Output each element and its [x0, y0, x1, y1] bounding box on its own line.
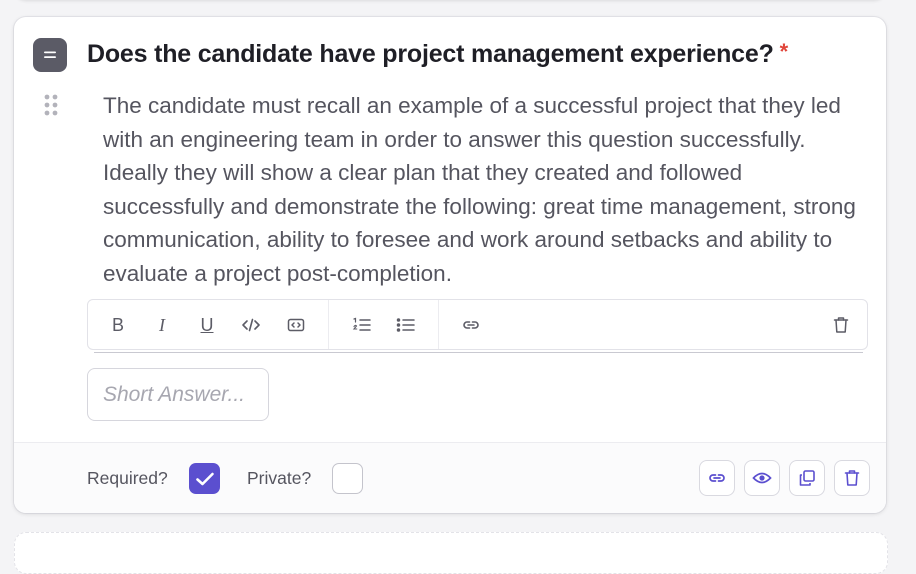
italic-button[interactable]: I — [150, 313, 174, 337]
required-label: Required? — [87, 468, 168, 488]
toolbar-divider — [328, 300, 329, 349]
question-description[interactable]: The candidate must recall an example of … — [103, 89, 863, 290]
question-footer: Required? Private? — [14, 442, 886, 513]
delete-icon — [844, 470, 860, 486]
question-title[interactable]: Does the candidate have project manageme… — [87, 39, 867, 69]
question-title-text: Does the candidate have project manageme… — [87, 40, 774, 68]
required-checkbox[interactable] — [189, 463, 220, 494]
drag-handle-icon[interactable] — [43, 94, 59, 116]
link-icon — [709, 474, 725, 482]
required-marker: * — [779, 39, 789, 64]
short-text-icon — [33, 38, 67, 72]
trash-icon[interactable] — [829, 313, 853, 337]
private-label: Private? — [247, 468, 312, 488]
copy-link-button[interactable] — [699, 460, 735, 496]
code-block-icon[interactable] — [284, 313, 308, 337]
bold-label: B — [111, 314, 124, 335]
italic-label: I — [159, 314, 165, 335]
next-question-card — [14, 532, 888, 574]
bold-button[interactable]: B — [106, 313, 130, 337]
duplicate-button[interactable] — [789, 460, 825, 496]
preview-icon — [752, 472, 772, 484]
underline-button[interactable]: U — [195, 313, 219, 337]
question-card: Does the candidate have project manageme… — [14, 17, 886, 513]
duplicate-icon — [799, 470, 815, 486]
bullet-list-icon[interactable] — [394, 313, 418, 337]
delete-button[interactable] — [834, 460, 870, 496]
preview-button[interactable] — [744, 460, 780, 496]
code-icon[interactable] — [239, 313, 263, 337]
check-icon — [195, 472, 214, 485]
private-checkbox[interactable] — [332, 463, 363, 494]
short-answer-input[interactable] — [87, 368, 269, 421]
ordered-list-icon[interactable] — [350, 313, 374, 337]
rich-text-toolbar: B I U — [87, 299, 868, 353]
toolbar-divider — [438, 300, 439, 349]
underline-label: U — [200, 314, 214, 335]
link-icon[interactable] — [459, 313, 483, 337]
